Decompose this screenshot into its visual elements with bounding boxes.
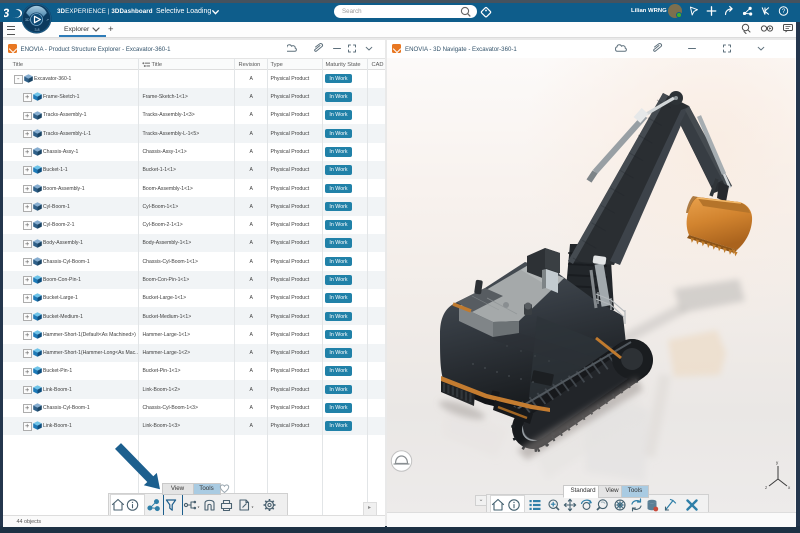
svg-text:?: ? xyxy=(782,8,786,15)
svg-text:3D: 3D xyxy=(25,18,30,22)
svg-text:↗: ↗ xyxy=(46,18,49,22)
svg-text:3: 3 xyxy=(4,6,11,20)
svg-text:3.8: 3.8 xyxy=(35,28,40,32)
